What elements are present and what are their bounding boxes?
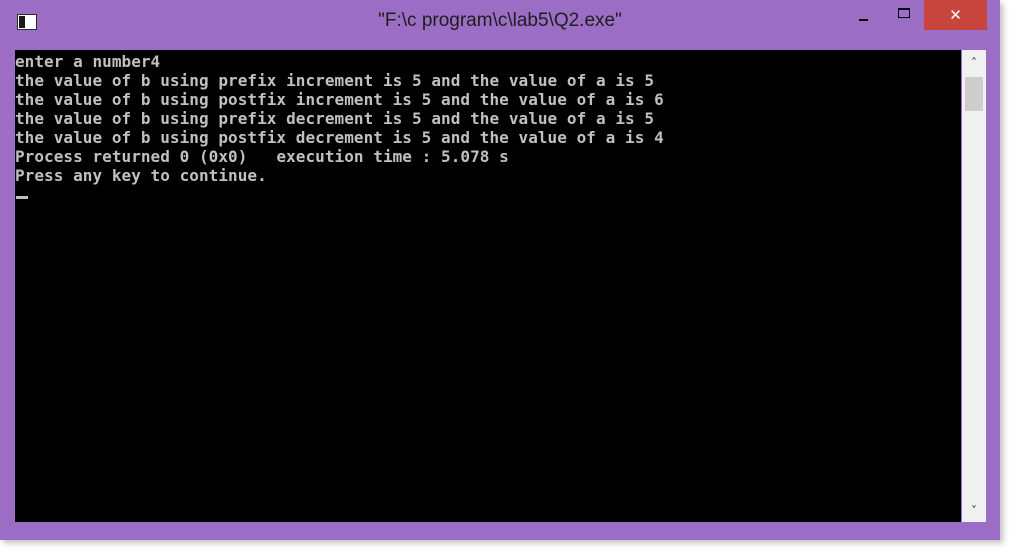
scroll-up-arrow-icon[interactable]: ˄ <box>962 52 986 74</box>
vertical-scrollbar[interactable]: ˄ ˅ <box>962 50 986 522</box>
maximize-icon <box>898 8 910 18</box>
scroll-thumb[interactable] <box>965 77 983 111</box>
console-window: "F:\c program\c\lab5\Q2.exe" ✕ enter a n… <box>0 0 1000 540</box>
minimize-icon <box>859 19 868 21</box>
console-line: Press any key to continue. <box>15 166 267 185</box>
console-output[interactable]: enter a number4 the value of b using pref… <box>15 50 961 522</box>
console-lines: enter a number4 the value of b using pref… <box>15 52 664 185</box>
console-line: the value of b using postfix increment i… <box>15 90 664 109</box>
text-cursor <box>16 196 28 199</box>
minimize-button[interactable] <box>848 0 878 32</box>
close-button[interactable]: ✕ <box>924 0 987 30</box>
console-line: the value of b using prefix increment is… <box>15 71 655 90</box>
scroll-down-arrow-icon[interactable]: ˅ <box>962 500 986 522</box>
close-icon: ✕ <box>949 6 962 24</box>
console-line: Process returned 0 (0x0) execution time … <box>15 147 509 166</box>
maximize-button[interactable] <box>889 0 919 32</box>
console-line: the value of b using prefix decrement is… <box>15 109 655 128</box>
console-line: enter a number4 <box>15 52 161 71</box>
console-line: the value of b using postfix decrement i… <box>15 128 664 147</box>
title-bar[interactable]: "F:\c program\c\lab5\Q2.exe" ✕ <box>0 0 1000 48</box>
